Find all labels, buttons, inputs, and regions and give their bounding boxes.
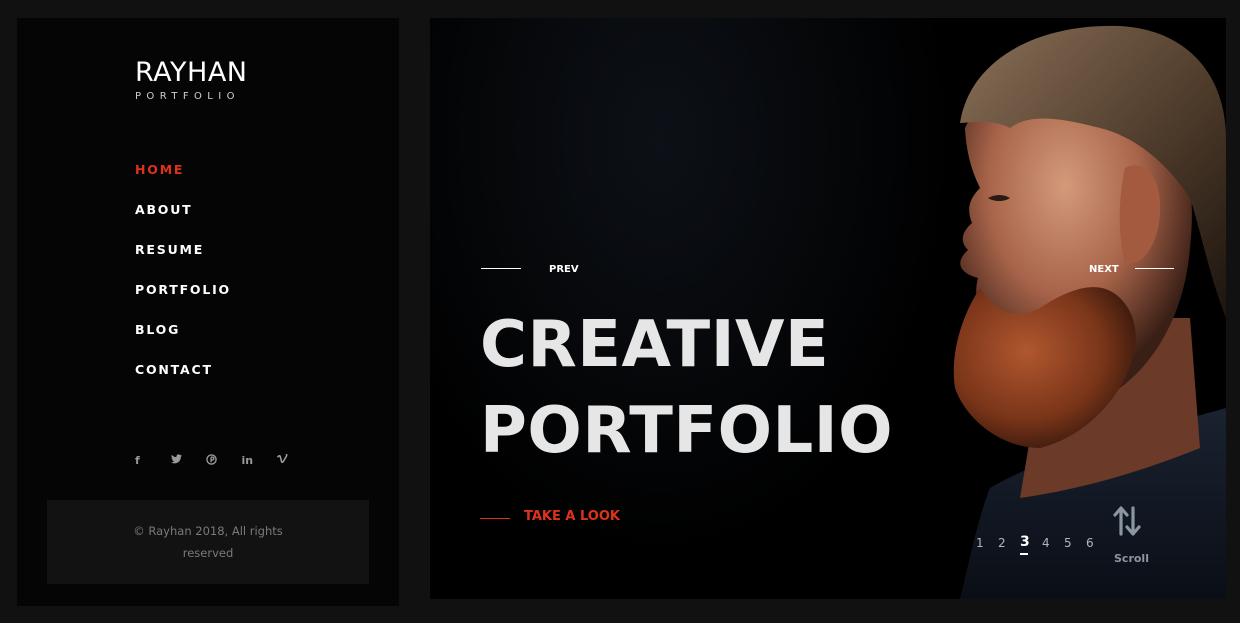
facebook-icon[interactable]: f (135, 454, 171, 468)
nav-item-resume[interactable]: RESUME (135, 240, 231, 280)
next-line (1135, 268, 1174, 269)
hero-slider: PREV NEXT CREATIVE PORTFOLIO TAKE A LOOK… (430, 18, 1226, 599)
copyright-box: © Rayhan 2018, All rights reserved (47, 500, 369, 584)
main-nav: HOME ABOUT RESUME PORTFOLIO BLOG CONTACT (135, 160, 231, 400)
logo[interactable]: RAYHAN PORTFOLIO (135, 58, 248, 103)
nav-item-about[interactable]: ABOUT (135, 200, 231, 240)
scroll-arrows-icon[interactable] (1112, 504, 1142, 538)
next-button[interactable]: NEXT (1089, 264, 1119, 275)
nav-item-blog[interactable]: BLOG (135, 320, 231, 360)
hero-portrait-image (953, 25, 1226, 599)
twitter-icon[interactable] (170, 454, 207, 468)
vimeo-icon[interactable] (277, 453, 313, 468)
take-a-look-link[interactable]: TAKE A LOOK (524, 509, 620, 524)
nav-item-portfolio[interactable]: PORTFOLIO (135, 280, 231, 320)
nav-item-home[interactable]: HOME (135, 160, 231, 200)
headline-line-1: CREATIVE (480, 308, 830, 382)
headline-line-2: PORTFOLIO (480, 394, 893, 468)
slide-pagination: 1 2 3 4 5 6 (976, 534, 1108, 555)
logo-subtitle: PORTFOLIO (135, 91, 240, 102)
page-4[interactable]: 4 (1042, 536, 1064, 550)
page-2[interactable]: 2 (998, 536, 1020, 550)
cta-line (480, 518, 510, 519)
page-6[interactable]: 6 (1086, 536, 1108, 550)
prev-line (481, 268, 521, 269)
page-3-active[interactable]: 3 (1020, 534, 1042, 555)
pinterest-icon[interactable] (206, 454, 242, 468)
page-1[interactable]: 1 (976, 536, 998, 550)
hero-headline: CREATIVE PORTFOLIO (480, 302, 893, 474)
linkedin-icon[interactable]: in (242, 454, 278, 468)
logo-name: RAYHAN (135, 57, 248, 88)
nav-item-contact[interactable]: CONTACT (135, 360, 231, 400)
page-5[interactable]: 5 (1064, 536, 1086, 550)
scroll-label[interactable]: Scroll (1114, 552, 1149, 565)
social-links: f in (135, 453, 313, 468)
copyright-text: © Rayhan 2018, All rights reserved (133, 524, 283, 560)
prev-button[interactable]: PREV (549, 264, 579, 275)
sidebar: RAYHAN PORTFOLIO HOME ABOUT RESUME PORTF… (17, 18, 399, 606)
